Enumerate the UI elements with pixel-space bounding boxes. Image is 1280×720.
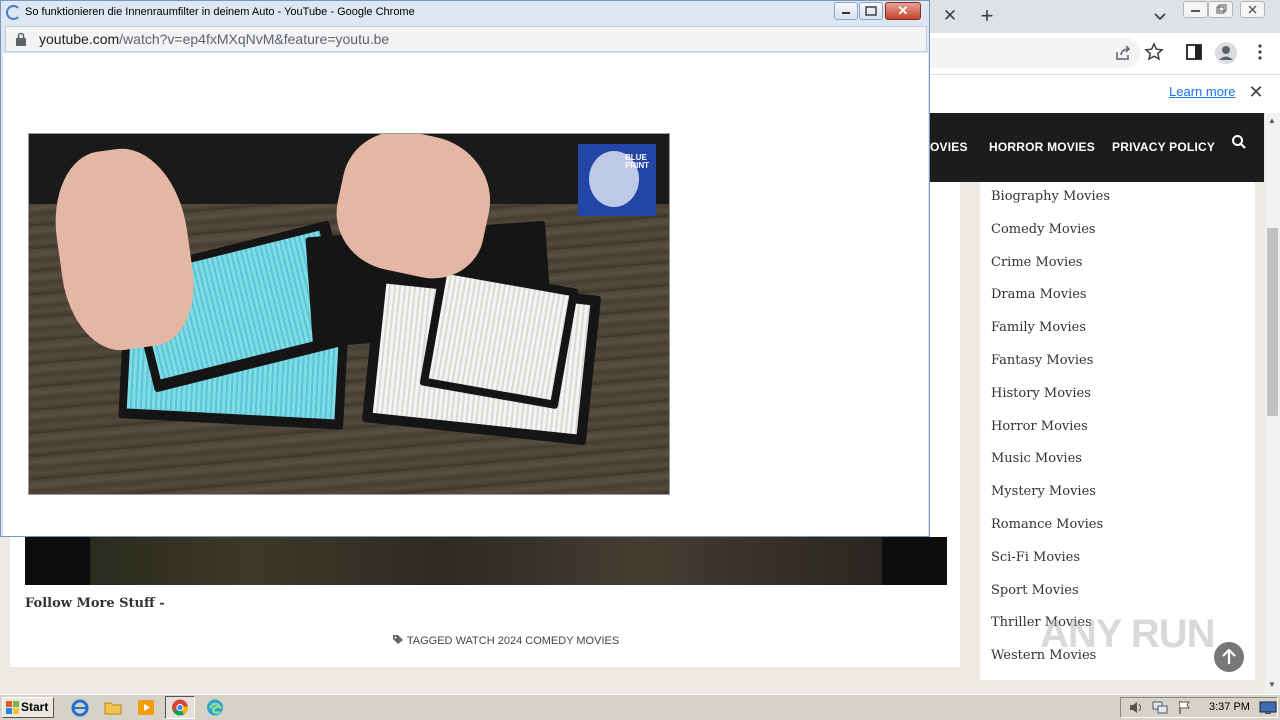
follow-more-text: Follow More Stuff - bbox=[25, 596, 165, 611]
bg-close-button[interactable] bbox=[1240, 1, 1265, 18]
tag-icon bbox=[393, 635, 403, 644]
category-link-music[interactable]: Music Movies bbox=[991, 445, 1110, 478]
new-tab-button[interactable]: + bbox=[977, 4, 997, 28]
internet-explorer-icon[interactable] bbox=[67, 697, 93, 718]
side-panel-icon[interactable] bbox=[1184, 42, 1204, 62]
category-link-fantasy[interactable]: Fantasy Movies bbox=[991, 347, 1110, 380]
popup-title: So funktionieren die Innenraumfilter in … bbox=[25, 6, 415, 18]
loading-spinner-icon bbox=[6, 5, 21, 20]
post-tags: TAGGED WATCH 2024 COMEDY MOVIES bbox=[392, 634, 619, 647]
popup-window: So funktionieren die Innenraumfilter in … bbox=[0, 0, 930, 537]
url-text[interactable]: youtube.com/watch?v=ep4fxMXqNvM&feature=… bbox=[39, 31, 389, 47]
anyrun-watermark: ANY RUN bbox=[1040, 612, 1216, 656]
category-link-mystery[interactable]: Mystery Movies bbox=[991, 478, 1110, 511]
category-link-scifi[interactable]: Sci-Fi Movies bbox=[991, 544, 1110, 577]
category-link-sport[interactable]: Sport Movies bbox=[991, 577, 1110, 610]
media-player-icon[interactable] bbox=[133, 697, 159, 718]
category-list: Biography Movies Comedy Movies Crime Mov… bbox=[991, 183, 1110, 675]
category-link-drama[interactable]: Drama Movies bbox=[991, 281, 1110, 314]
scroll-down-arrow-icon[interactable]: ▼ bbox=[1268, 680, 1276, 689]
category-link-family[interactable]: Family Movies bbox=[991, 314, 1110, 347]
bg-minimize-button[interactable] bbox=[1183, 1, 1208, 18]
chrome-icon[interactable] bbox=[167, 697, 193, 718]
category-link-horror[interactable]: Horror Movies bbox=[991, 413, 1110, 446]
windows-flag-icon bbox=[6, 701, 19, 714]
url-path: /watch?v=ep4fxMXqNvM&feature=youtu.be bbox=[119, 31, 390, 47]
nav-item-horror-movies[interactable]: HORROR MOVIES bbox=[989, 140, 1095, 154]
tag-link[interactable]: WATCH 2024 COMEDY MOVIES bbox=[456, 635, 620, 647]
category-link-comedy[interactable]: Comedy Movies bbox=[991, 216, 1110, 249]
learn-more-link[interactable]: Learn more bbox=[1169, 84, 1235, 99]
tagged-label: TAGGED bbox=[406, 635, 453, 647]
category-link-history[interactable]: History Movies bbox=[991, 380, 1110, 413]
filter-media-white-small bbox=[428, 274, 570, 400]
popup-close-button[interactable]: ✕ bbox=[885, 2, 921, 20]
tab-search-icon[interactable] bbox=[1152, 8, 1168, 24]
infobar-close-icon[interactable]: ✕ bbox=[1247, 82, 1265, 103]
popup-minimize-button[interactable] bbox=[834, 2, 858, 20]
network-icon[interactable] bbox=[1152, 700, 1168, 715]
show-desktop-icon[interactable] bbox=[1259, 700, 1277, 715]
url-host: youtube.com bbox=[39, 31, 120, 47]
action-center-flag-icon[interactable] bbox=[1177, 700, 1193, 715]
scroll-to-top-button[interactable] bbox=[1214, 642, 1244, 672]
menu-kebab-icon[interactable] bbox=[1250, 42, 1270, 62]
start-label: Start bbox=[21, 700, 49, 714]
scroll-up-arrow-icon[interactable]: ▲ bbox=[1268, 116, 1276, 125]
popup-maximize-button[interactable] bbox=[859, 2, 883, 20]
profile-avatar-icon[interactable] bbox=[1214, 41, 1238, 65]
video-thumbnail bbox=[90, 537, 882, 585]
taskbar-clock[interactable]: 3:37 PM bbox=[1209, 701, 1250, 713]
category-link-crime[interactable]: Crime Movies bbox=[991, 249, 1110, 282]
nav-item-privacy-policy[interactable]: PRIVACY POLICY bbox=[1112, 140, 1215, 154]
category-link-biography[interactable]: Biography Movies bbox=[991, 183, 1110, 216]
volume-icon[interactable] bbox=[1128, 700, 1144, 715]
file-explorer-icon[interactable] bbox=[100, 697, 126, 718]
page-scrollbar-thumb[interactable] bbox=[1267, 228, 1278, 416]
logo-text: BLUE PRINT bbox=[625, 153, 649, 170]
share-icon[interactable] bbox=[1113, 43, 1133, 63]
search-icon[interactable] bbox=[1231, 134, 1247, 150]
lock-icon bbox=[16, 32, 26, 46]
bookmark-star-icon[interactable] bbox=[1144, 42, 1164, 62]
arrow-up-icon bbox=[1222, 648, 1236, 664]
edge-icon[interactable] bbox=[202, 697, 228, 718]
youtube-video[interactable]: BLUE PRINT bbox=[28, 133, 670, 495]
bg-restore-button[interactable] bbox=[1208, 1, 1233, 18]
site-navigation: OVIES HORROR MOVIES PRIVACY POLICY bbox=[930, 113, 1264, 182]
nav-item-movies[interactable]: OVIES bbox=[930, 140, 968, 154]
category-link-romance[interactable]: Romance Movies bbox=[991, 511, 1110, 544]
omnibox[interactable] bbox=[930, 38, 1140, 68]
tab-close-icon[interactable]: ✕ bbox=[941, 6, 959, 26]
